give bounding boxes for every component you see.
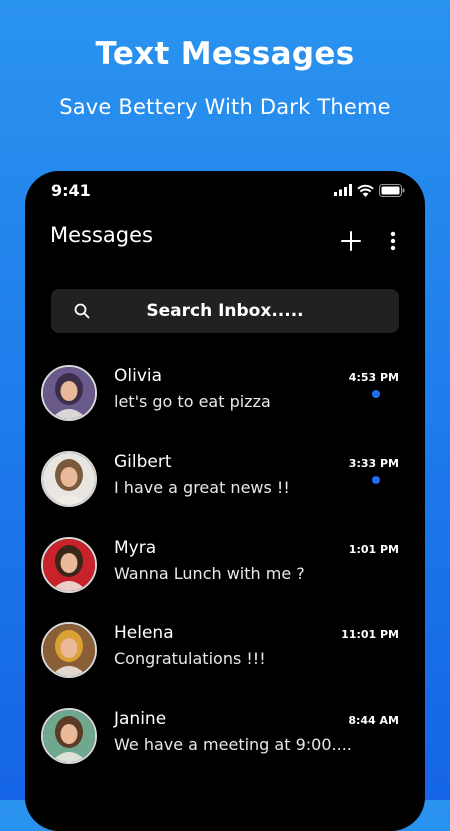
search-input[interactable]: Search Inbox..... <box>51 289 399 333</box>
conversation-item[interactable]: Janine We have a meeting at 9:00.... 8:44 … <box>25 708 425 786</box>
phone-frame: 9:41 Messages Search Inbox..... Olivia l… <box>25 171 425 831</box>
status-icons <box>334 183 405 197</box>
message-time: 3:33 PM <box>348 457 399 470</box>
conversation-item[interactable]: Olivia let's go to eat pizza 4:53 PM <box>25 365 425 443</box>
search-placeholder: Search Inbox..... <box>146 301 304 321</box>
conversation-item[interactable]: Helena Congratulations !!! 11:01 PM <box>25 622 425 700</box>
message-snippet: I have a great news !! <box>114 478 290 497</box>
message-time: 4:53 PM <box>348 371 399 384</box>
message-time: 11:01 PM <box>341 628 399 641</box>
unread-indicator <box>372 390 380 398</box>
message-snippet: We have a meeting at 9:00.... <box>114 735 352 754</box>
message-time: 8:44 AM <box>348 714 399 727</box>
promo-subtitle: Save Bettery With Dark Theme <box>59 95 391 119</box>
avatar <box>41 537 97 593</box>
contact-name: Gilbert <box>114 452 172 472</box>
message-snippet: Congratulations !!! <box>114 649 266 668</box>
message-time: 1:01 PM <box>348 543 399 556</box>
contact-name: Myra <box>114 538 157 558</box>
message-snippet: let's go to eat pizza <box>114 392 271 411</box>
avatar <box>41 365 97 421</box>
contact-name: Olivia <box>114 366 163 386</box>
unread-indicator <box>372 476 380 484</box>
page-title: Messages <box>50 223 153 247</box>
signal-icon <box>334 184 352 196</box>
wifi-icon <box>357 184 374 197</box>
plus-icon[interactable] <box>339 229 363 253</box>
avatar <box>41 708 97 764</box>
conversation-item[interactable]: Gilbert I have a great news !! 3:33 PM <box>25 451 425 529</box>
avatar <box>41 451 97 507</box>
message-snippet: Wanna Lunch with me ? <box>114 564 305 583</box>
avatar <box>41 622 97 678</box>
promo-title: Text Messages <box>95 36 355 72</box>
status-time: 9:41 <box>51 181 91 200</box>
contact-name: Janine <box>114 709 167 729</box>
battery-icon <box>379 183 405 197</box>
conversation-item[interactable]: Myra Wanna Lunch with me ? 1:01 PM <box>25 537 425 615</box>
contact-name: Helena <box>114 623 174 643</box>
more-vertical-icon[interactable] <box>387 229 399 253</box>
